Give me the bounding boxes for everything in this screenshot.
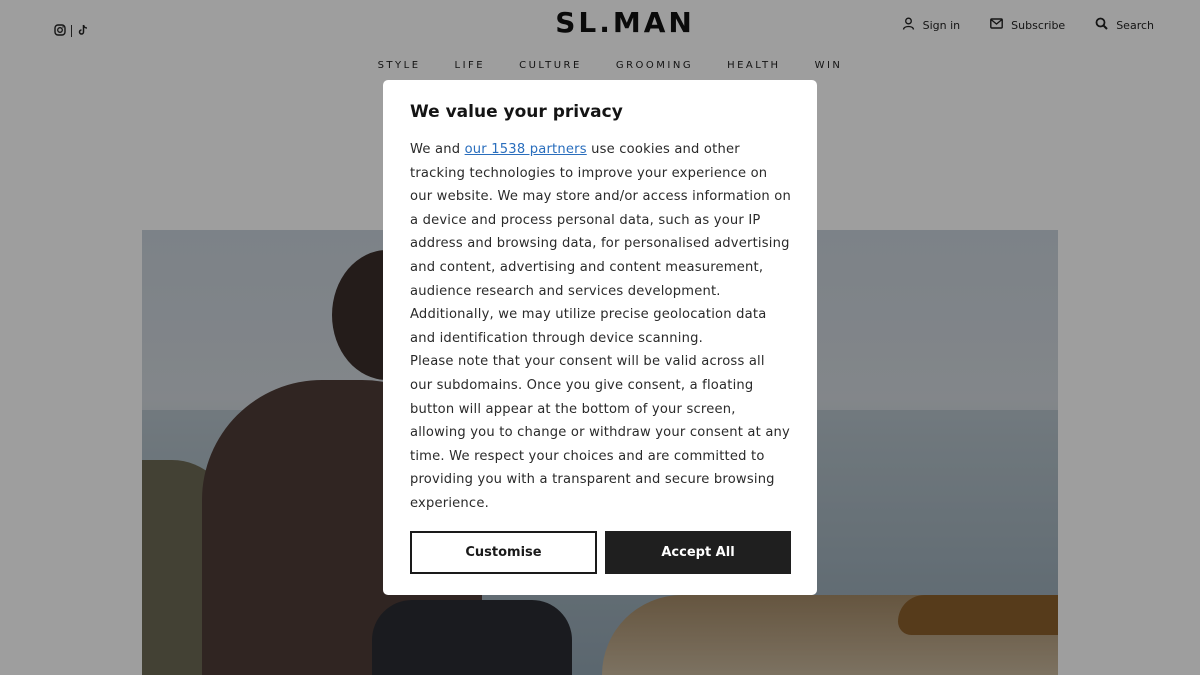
customise-button[interactable]: Customise [410, 531, 597, 574]
privacy-paragraph-2: Please note that your consent will be va… [410, 354, 791, 511]
partners-link[interactable]: our 1538 partners [465, 142, 587, 157]
privacy-dialog-title: We value your privacy [410, 102, 623, 122]
privacy-intro-text: We and [410, 142, 465, 157]
privacy-dialog-text: We and our 1538 partners use cookies and… [410, 138, 791, 516]
privacy-paragraph-1: use cookies and other tracking technolog… [410, 142, 791, 346]
privacy-consent-dialog: We value your privacy We and our 1538 pa… [383, 80, 817, 595]
accept-all-button[interactable]: Accept All [605, 531, 791, 574]
privacy-dialog-actions: Customise Accept All [410, 531, 791, 574]
